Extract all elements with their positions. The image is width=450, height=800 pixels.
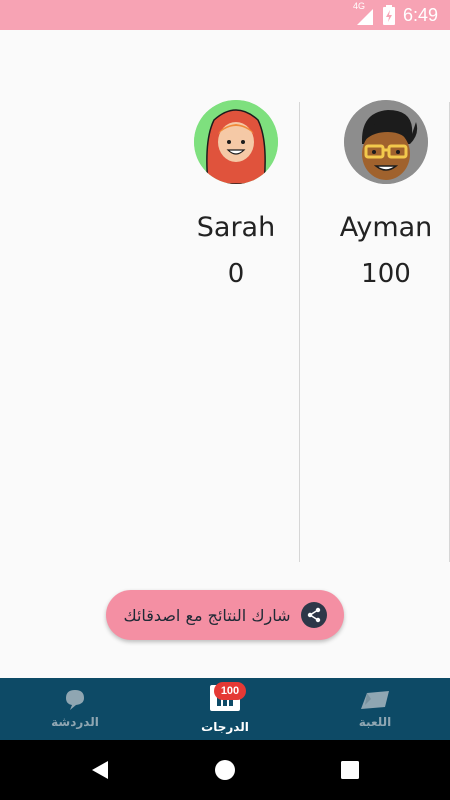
nav-tab-game[interactable]: اللعبة (330, 678, 420, 740)
scores-badge: 100 (214, 682, 246, 700)
back-button[interactable] (70, 740, 130, 800)
man-glasses-avatar-icon (344, 100, 428, 184)
woman-hijab-avatar-icon (194, 100, 278, 184)
system-navigation-bar (0, 740, 450, 800)
recents-icon (341, 761, 359, 779)
share-icon (300, 602, 327, 628)
player-name: Sarah (196, 212, 276, 243)
player-name: Ayman (339, 212, 433, 243)
home-icon (215, 760, 235, 780)
battery-icon (382, 5, 395, 25)
clock: 6:49 (402, 4, 438, 25)
map-icon (361, 691, 389, 709)
player-card: Sarah 0 (171, 100, 301, 289)
player-card: Ayman 100 (321, 100, 450, 289)
status-bar: 4G 6:49 (0, 0, 450, 30)
nav-tab-chat-label: الدردشة (51, 715, 99, 729)
share-results-label: شارك النتائج مع اصدقائك (123, 605, 291, 625)
status-icons: 4G 6:49 (353, 0, 438, 30)
recents-button[interactable] (320, 740, 380, 800)
share-results-button[interactable]: شارك النتائج مع اصدقائك (106, 590, 344, 640)
home-button[interactable] (195, 740, 255, 800)
player-score: 0 (227, 259, 245, 289)
nav-tab-scores-label: الدرجات (201, 720, 249, 734)
signal-icon: 4G (352, 1, 375, 27)
back-icon (92, 761, 108, 779)
nav-tab-game-label: اللعبة (358, 715, 392, 729)
network-type: 4G (352, 1, 365, 11)
nav-tab-scores[interactable]: 100 الدرجات (180, 678, 270, 740)
scores-screen: Ayman 100 Sarah 0 (0, 30, 450, 678)
bottom-navigation: اللعبة 100 الدرجات الدردشة (0, 678, 450, 740)
nav-tab-chat[interactable]: الدردشة (30, 678, 120, 740)
player-score: 100 (361, 259, 411, 289)
chat-icon (66, 690, 84, 710)
